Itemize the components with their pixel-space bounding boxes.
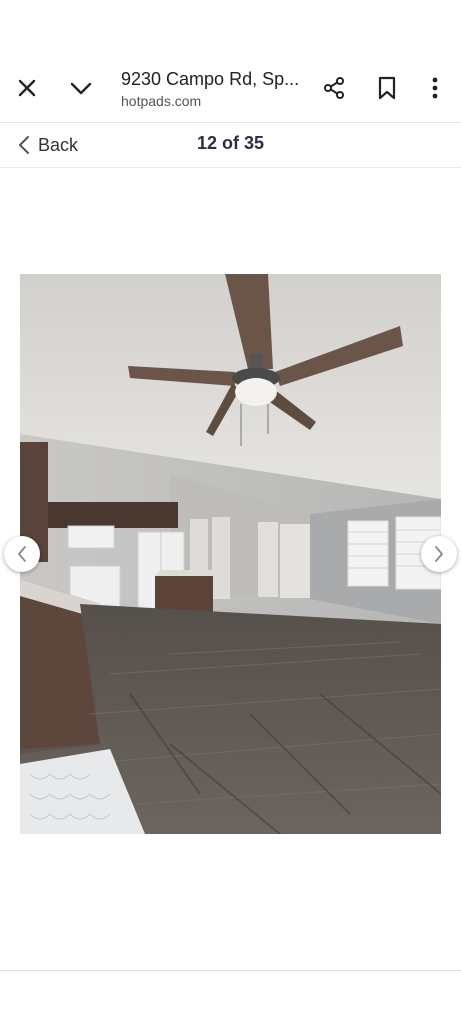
bookmark-icon (378, 76, 396, 100)
chevron-down-icon (70, 82, 92, 95)
browser-toolbar: 9230 Campo Rd, Sp... hotpads.com (0, 0, 461, 123)
listing-photo[interactable] (20, 274, 441, 834)
chevron-left-icon (19, 136, 29, 154)
close-icon (18, 79, 36, 97)
chevron-left-icon (18, 546, 26, 562)
more-vertical-icon (432, 77, 438, 99)
previous-photo-button[interactable] (4, 536, 40, 572)
back-button[interactable]: Back (18, 133, 78, 157)
share-button[interactable] (314, 68, 354, 108)
page-url: hotpads.com (121, 93, 202, 109)
gallery-header: 12 of 35 Back (0, 123, 461, 168)
next-photo-button[interactable] (421, 536, 457, 572)
bottom-divider (0, 970, 461, 971)
room-photo-illustration (20, 274, 441, 834)
close-button[interactable] (7, 68, 47, 108)
back-label: Back (38, 134, 79, 155)
page-title: 9230 Campo Rd, Sp... (121, 69, 300, 89)
chevron-right-icon (435, 546, 443, 562)
bookmark-button[interactable] (367, 68, 407, 108)
page-title-block: 9230 Campo Rd, Sp... hotpads.com (121, 68, 301, 110)
photo-viewer-page: 9230 Campo Rd, Sp... hotpads.com 12 of 3… (0, 0, 461, 1024)
more-options-button[interactable] (415, 68, 455, 108)
share-icon (324, 77, 344, 99)
collapse-button[interactable] (61, 68, 101, 108)
